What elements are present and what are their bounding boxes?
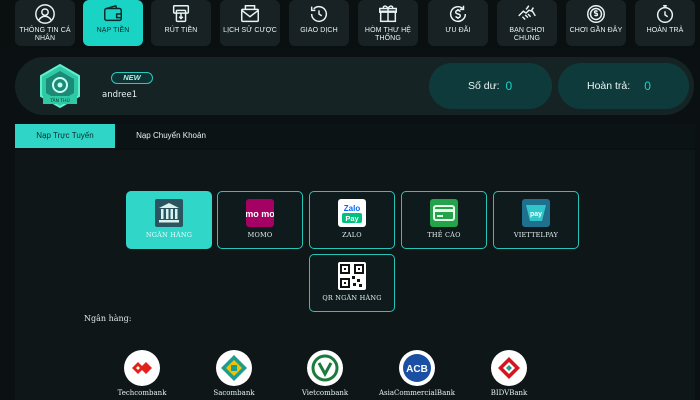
- method-label: VIETTELPAY: [513, 231, 559, 239]
- dollar-cycle-icon: [447, 3, 469, 25]
- nav-item-withdraw[interactable]: RÚT TIỀN: [151, 0, 211, 46]
- svg-text:pay: pay: [530, 211, 542, 218]
- bank-name: Vietcombank: [301, 389, 349, 397]
- techcombank-logo: [124, 350, 160, 386]
- bank-name: BIDVBank: [490, 389, 528, 397]
- nav-label: NẠP TIỀN: [96, 27, 130, 34]
- svg-text:ACB: ACB: [406, 364, 428, 375]
- bank-bidv[interactable]: BIDVBank: [469, 350, 549, 400]
- bank-sacombank[interactable]: Sacombank: [194, 350, 274, 400]
- method-label: THẺ CÀO: [427, 231, 461, 239]
- svg-text:Pay: Pay: [345, 214, 359, 223]
- method-qr-bank[interactable]: QR NGÂN HÀNG: [309, 254, 395, 312]
- qr-icon: [338, 262, 366, 290]
- acb-logo: ACB: [399, 350, 435, 386]
- newbie-badge-icon: TÂN THỦ: [40, 63, 80, 109]
- nav-label: GIAO DỊCH: [300, 27, 338, 34]
- bank-acb[interactable]: ACB AsiaCommercialBank: [377, 350, 457, 400]
- method-label: NGÂN HÀNG: [145, 231, 193, 239]
- nav-item-recent-games[interactable]: CHƠI GẦN ĐÂY: [566, 0, 626, 46]
- method-bank[interactable]: NGÂN HÀNG: [126, 191, 212, 249]
- nav-label: HÒM THƯ HỆ THỐNG: [364, 27, 412, 42]
- bidv-logo: [491, 350, 527, 386]
- balance-pill: Số dư: 0: [429, 63, 552, 109]
- new-badge: NEW: [111, 72, 153, 84]
- method-zalo[interactable]: Zalo Pay ZALO: [309, 191, 395, 249]
- deposit-tabs: Nạp Trực Tuyến Nạp Chuyển Khoản: [15, 124, 695, 148]
- handshake-icon: [516, 3, 538, 25]
- nav-item-system-mailbox[interactable]: HÒM THƯ HỆ THỐNG: [358, 0, 418, 46]
- card-icon: [430, 199, 458, 227]
- method-viettelpay[interactable]: pay VIETTELPAY: [493, 191, 579, 249]
- balance-value: 0: [505, 79, 513, 93]
- tab-bank-transfer[interactable]: Nạp Chuyển Khoản: [115, 124, 227, 148]
- svg-text:Zalo: Zalo: [344, 204, 361, 213]
- history-icon: [308, 3, 330, 25]
- nav-label: BẠN CHƠI CHUNG: [509, 27, 545, 42]
- username: andree1: [102, 90, 138, 100]
- sacombank-logo: [216, 350, 252, 386]
- method-label: ZALO: [342, 231, 362, 239]
- bank-techcombank[interactable]: Techcombank: [102, 350, 182, 400]
- user-icon: [34, 3, 56, 25]
- profile-bar: TÂN THỦ NEW andree1 Số dư: 0 Hoàn trả: 0: [15, 57, 694, 115]
- refund-label: Hoàn trả:: [587, 80, 631, 92]
- nav-label: HOÀN TRẢ: [646, 27, 684, 34]
- method-card[interactable]: THẺ CÀO: [401, 191, 487, 249]
- viettelpay-icon: pay: [522, 199, 550, 227]
- vietcombank-logo: [307, 350, 343, 386]
- nav-item-transactions[interactable]: GIAO DỊCH: [289, 0, 349, 46]
- nav-label: THÔNG TIN CÁ NHÂN: [19, 27, 71, 42]
- nav-item-play-friends[interactable]: BẠN CHƠI CHUNG: [497, 0, 557, 46]
- nav-item-deposit[interactable]: NẠP TIỀN: [83, 0, 143, 46]
- timer-icon: [654, 3, 676, 25]
- svg-text:mo mo: mo mo: [246, 209, 274, 219]
- bank-name: Techcombank: [117, 389, 167, 397]
- zalopay-icon: Zalo Pay: [338, 199, 366, 227]
- coin-icon: [585, 3, 607, 25]
- method-momo[interactable]: mo mo MOMO: [217, 191, 303, 249]
- wallet-icon: [102, 3, 124, 25]
- nav-label: ƯU ĐÃI: [445, 27, 471, 34]
- bank-icon: [155, 199, 183, 227]
- tab-online-deposit[interactable]: Nạp Trực Tuyến: [15, 124, 115, 148]
- mail-icon: [239, 3, 261, 25]
- nav-label: RÚT TIỀN: [164, 27, 198, 34]
- nav-label: CHƠI GẦN ĐÂY: [569, 27, 623, 34]
- refund-value: 0: [644, 79, 651, 93]
- nav-item-promotions[interactable]: ƯU ĐÃI: [428, 0, 488, 46]
- gift-icon: [377, 3, 399, 25]
- bank-name: AsiaCommercialBank: [378, 389, 456, 397]
- top-navigation: THÔNG TIN CÁ NHÂN NẠP TIỀN RÚT TIỀN LỊCH…: [0, 0, 700, 48]
- bank-heading: Ngân hàng:: [84, 314, 132, 323]
- momo-icon: mo mo: [246, 199, 274, 227]
- avatar: TÂN THỦ: [37, 63, 83, 109]
- nav-item-bet-history[interactable]: LỊCH SỬ CƯỢC: [220, 0, 280, 46]
- method-label: MOMO: [247, 231, 273, 239]
- nav-label: LỊCH SỬ CƯỢC: [223, 27, 277, 34]
- nav-item-personal-info[interactable]: THÔNG TIN CÁ NHÂN: [15, 0, 75, 46]
- method-label: QR NGÂN HÀNG: [322, 294, 382, 302]
- withdraw-icon: [170, 3, 192, 25]
- bank-name: Sacombank: [213, 389, 255, 397]
- refund-pill: Hoàn trả: 0: [558, 63, 689, 109]
- bank-vietcombank[interactable]: Vietcombank: [285, 350, 365, 400]
- balance-label: Số dư:: [468, 80, 500, 92]
- nav-item-refund[interactable]: HOÀN TRẢ: [635, 0, 695, 46]
